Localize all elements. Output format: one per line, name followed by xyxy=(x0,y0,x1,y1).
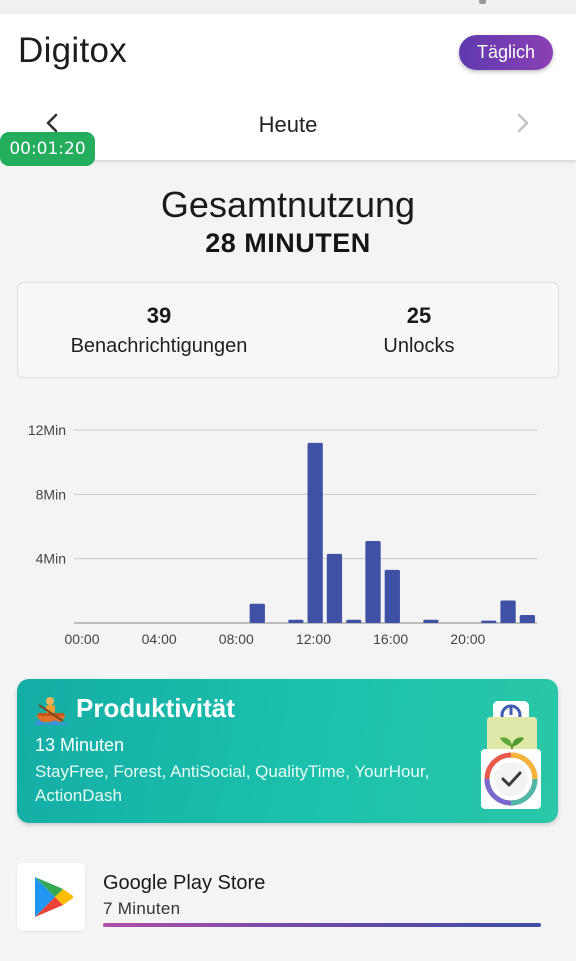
x-tick-label: 08:00 xyxy=(219,631,254,647)
app-usage-row[interactable]: Google Play Store 7 Minuten xyxy=(17,863,557,933)
period-button[interactable]: Täglich xyxy=(459,35,553,70)
chart-bar[interactable] xyxy=(384,569,400,623)
unlocks-count: 25 xyxy=(406,303,432,328)
stats-card: 39 Benachrichtigungen 25 Unlocks xyxy=(17,282,559,378)
x-tick-label: 00:00 xyxy=(64,631,99,647)
chart-bar[interactable] xyxy=(346,619,362,623)
chart-bar[interactable] xyxy=(481,620,497,623)
google-play-icon xyxy=(17,863,85,931)
productivity-title: Produktivität xyxy=(76,693,235,723)
productivity-card[interactable]: Produktivität 13 Minuten StayFree, Fores… xyxy=(17,679,558,823)
notifications-count: 39 xyxy=(146,303,172,328)
chevron-right-icon[interactable] xyxy=(510,110,536,136)
status-bar xyxy=(0,0,576,14)
unlocks-label: Unlocks xyxy=(383,335,455,357)
productivity-apps: StayFree, Forest, AntiSocial, QualityTim… xyxy=(35,762,430,805)
x-tick-label: 12:00 xyxy=(296,631,331,647)
hourly-usage-chart: 4Min 8Min 12Min 00:00 04:00 08:00 12:00 16:00 20… xyxy=(28,422,537,647)
total-usage-value: 28 MINUTEN xyxy=(205,228,371,258)
chart-bar[interactable] xyxy=(500,600,516,623)
productivity-minutes: 13 Minuten xyxy=(35,735,125,755)
notifications-label: Benachrichtigungen xyxy=(70,335,248,357)
chart-bar[interactable] xyxy=(288,619,304,623)
unlocks-stat: 25 Unlocks xyxy=(284,303,554,358)
notifications-stat: 39 Benachrichtigungen xyxy=(24,303,294,358)
chart-bar[interactable] xyxy=(365,540,381,623)
chart-bar[interactable] xyxy=(519,614,535,623)
session-timer: 00:01:20 xyxy=(0,132,95,166)
app-usage-time: 7 Minuten xyxy=(103,899,181,918)
total-usage-title: Gesamtnutzung xyxy=(160,184,416,225)
productivity-apps-icon xyxy=(481,701,541,809)
app-usage-bar-fill xyxy=(103,923,541,927)
x-tick-label: 16:00 xyxy=(373,631,408,647)
chart-bar[interactable] xyxy=(249,603,265,623)
y-tick-label: 4Min xyxy=(36,551,66,567)
rowing-boat-icon xyxy=(35,697,67,725)
y-tick-label: 12Min xyxy=(28,422,66,438)
status-icon xyxy=(479,0,486,4)
app-title: Digitox xyxy=(18,31,128,70)
x-tick-label: 04:00 xyxy=(142,631,177,647)
x-tick-label: 20:00 xyxy=(450,631,485,647)
chart-bar[interactable] xyxy=(307,442,323,623)
app-name: Google Play Store xyxy=(103,872,266,894)
y-tick-label: 8Min xyxy=(36,486,66,502)
chart-bar[interactable] xyxy=(423,619,439,623)
chart-bar[interactable] xyxy=(326,553,343,623)
app-usage-bar xyxy=(103,923,541,927)
